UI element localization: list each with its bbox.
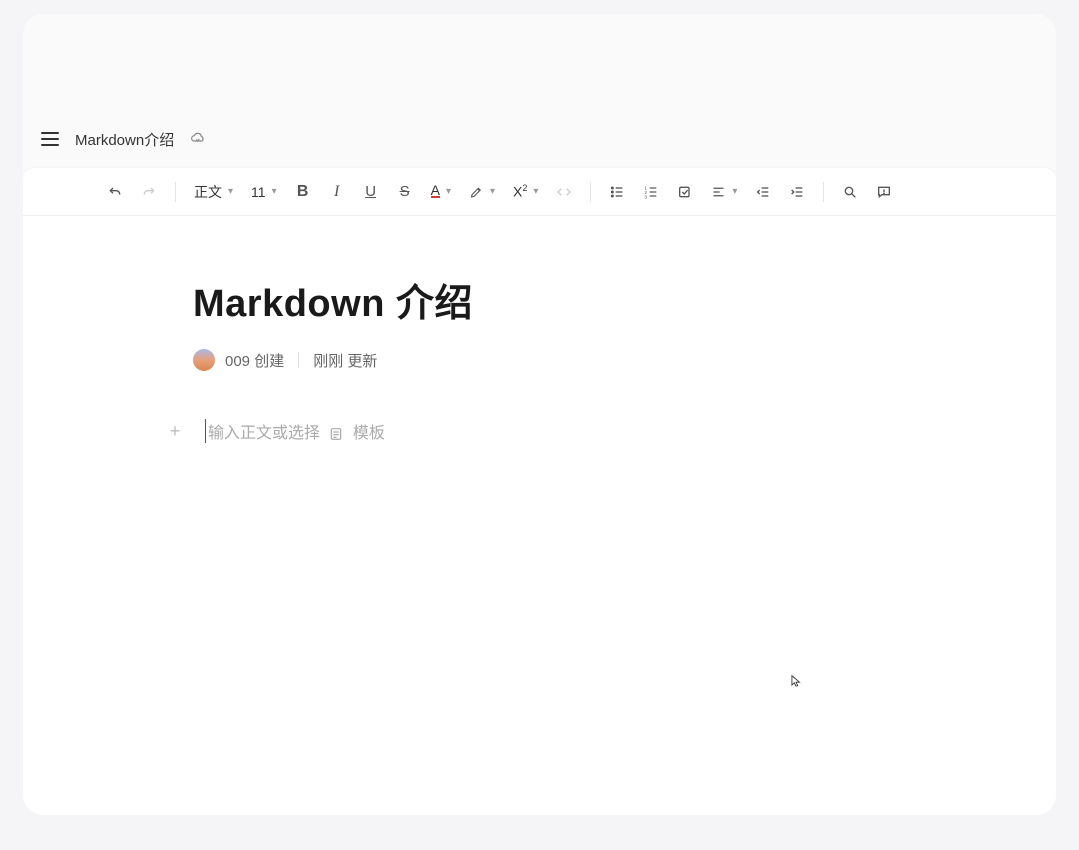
document-meta: 009 创建 刚刚 更新 xyxy=(193,349,886,371)
code-button[interactable] xyxy=(550,178,578,206)
add-block-button[interactable]: + xyxy=(165,421,185,441)
document-content[interactable]: Markdown 介绍 009 创建 刚刚 更新 + 输入正文或选择 xyxy=(23,216,1056,815)
text-style-label: 正文 xyxy=(194,182,222,202)
font-color-letter: A xyxy=(431,185,440,198)
chevron-down-icon: ▾ xyxy=(732,186,737,197)
chevron-down-icon: ▾ xyxy=(446,186,451,197)
content-placeholder[interactable]: 输入正文或选择 模板 xyxy=(205,419,385,443)
undo-button[interactable] xyxy=(101,178,129,206)
toolbar: 正文 ▾ 11 ▾ B I U S A ▾ xyxy=(23,168,1056,216)
font-size-dropdown[interactable]: 11 ▾ xyxy=(245,178,283,206)
chevron-down-icon: ▾ xyxy=(272,186,277,197)
updated-label: 更新 xyxy=(347,353,377,370)
toolbar-separator xyxy=(175,182,176,202)
author-avatar[interactable] xyxy=(193,349,215,371)
toolbar-separator xyxy=(823,182,824,202)
redo-button[interactable] xyxy=(135,178,163,206)
checklist-button[interactable] xyxy=(671,178,699,206)
indent-button[interactable] xyxy=(783,178,811,206)
cloud-sync-icon[interactable] xyxy=(190,131,206,147)
app-header: Markdown介绍 xyxy=(23,116,1056,162)
content-placeholder-row: + 输入正文或选择 模板 xyxy=(165,419,886,443)
highlight-dropdown[interactable]: ▾ xyxy=(463,178,501,206)
editor-panel: 正文 ▾ 11 ▾ B I U S A ▾ xyxy=(23,168,1056,815)
toolbar-separator xyxy=(590,182,591,202)
author-label: 009 创建 xyxy=(225,350,284,371)
underline-button[interactable]: U xyxy=(357,178,385,206)
chevron-down-icon: ▾ xyxy=(533,186,538,197)
outdent-button[interactable] xyxy=(749,178,777,206)
meta-separator xyxy=(298,352,299,368)
strikethrough-button[interactable]: S xyxy=(391,178,419,206)
svg-text:3: 3 xyxy=(645,194,648,199)
app-window: Markdown介绍 正文 ▾ 11 ▾ xyxy=(23,14,1056,815)
font-color-dropdown[interactable]: A ▾ xyxy=(425,178,457,206)
template-icon xyxy=(328,426,344,442)
chevron-down-icon: ▾ xyxy=(228,186,233,197)
superscript-dropdown[interactable]: X2 ▾ xyxy=(507,178,544,206)
updated-time: 刚刚 xyxy=(313,353,343,370)
search-button[interactable] xyxy=(836,178,864,206)
menu-icon[interactable] xyxy=(41,132,59,146)
document-title[interactable]: Markdown 介绍 xyxy=(193,272,886,327)
placeholder-text-before: 输入正文或选择 xyxy=(208,425,320,442)
numbered-list-button[interactable]: 123 xyxy=(637,178,665,206)
font-size-value: 11 xyxy=(251,184,266,200)
align-dropdown[interactable]: ▾ xyxy=(705,178,743,206)
doc-title-breadcrumb[interactable]: Markdown介绍 xyxy=(75,129,174,150)
placeholder-template-label: 模板 xyxy=(353,425,385,442)
bold-button[interactable]: B xyxy=(289,178,317,206)
text-style-dropdown[interactable]: 正文 ▾ xyxy=(188,178,239,206)
bullet-list-button[interactable] xyxy=(603,178,631,206)
chevron-down-icon: ▾ xyxy=(490,186,495,197)
comment-button[interactable] xyxy=(870,178,898,206)
italic-button[interactable]: I xyxy=(323,178,351,206)
mouse-cursor-icon xyxy=(789,674,803,688)
